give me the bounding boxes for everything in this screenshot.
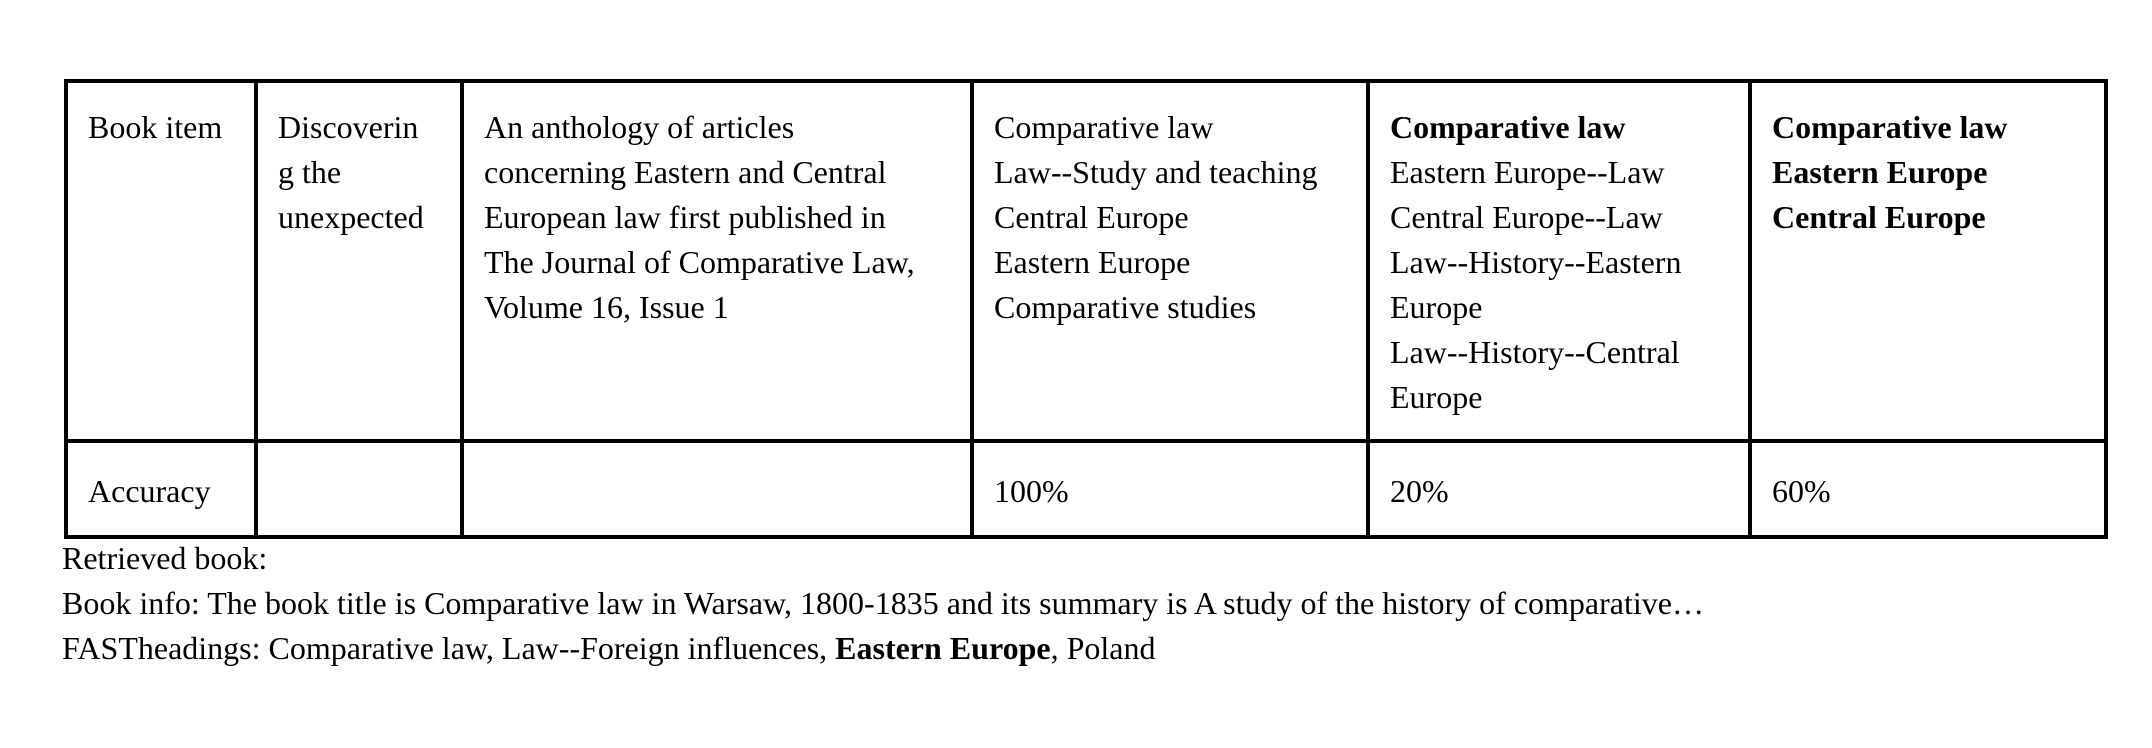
heading-line: Comparative law	[994, 109, 1214, 145]
book-title-line: Discoverin	[278, 109, 419, 145]
heading-line: Law--History--Central	[1390, 334, 1680, 370]
accuracy-cell: 20%	[1366, 439, 1752, 539]
accuracy-cell: 100%	[970, 439, 1370, 539]
table-row-accuracy: Accuracy 100% 20% 60%	[64, 439, 2108, 539]
accuracy-value: 60%	[1772, 473, 1831, 509]
retrieved-book-label: Retrieved book:	[62, 540, 268, 576]
fast-headings-bold-term: Eastern Europe	[835, 630, 1051, 666]
summary-line: concerning Eastern and Central	[484, 154, 887, 190]
accuracy-cell-empty	[460, 439, 974, 539]
book-title-line: g the	[278, 154, 342, 190]
accuracy-cell-empty	[254, 439, 464, 539]
heading-line: Europe	[1390, 379, 1483, 415]
book-info-line: Book info: The book title is Comparative…	[62, 585, 1704, 621]
summary-line: An anthology of articles	[484, 109, 795, 145]
accuracy-cell: 60%	[1748, 439, 2108, 539]
heading-line: Eastern Europe--Law	[1390, 154, 1665, 190]
fast-headings-line: FASTheadings: Comparative law, Law--Fore…	[62, 626, 1704, 671]
summary-line: European law first published in	[484, 199, 886, 235]
summary-line: Volume 16, Issue 1	[484, 289, 729, 325]
headings-column-4: Comparative law Law--Study and teaching …	[970, 79, 1370, 443]
heading-line-bold: Eastern Europe	[1772, 154, 1988, 190]
book-title-cell: Discoverin g the unexpected	[254, 79, 464, 443]
heading-line-bold: Comparative law	[1772, 109, 2008, 145]
retrieved-book-notes: Retrieved book: Book info: The book titl…	[62, 536, 1704, 671]
headings-column-6: Comparative law Eastern Europe Central E…	[1748, 79, 2108, 443]
book-title-line: unexpected	[278, 199, 424, 235]
summary-line: The Journal of Comparative Law,	[484, 244, 915, 280]
heading-line: Law--Study and teaching	[994, 154, 1318, 190]
row-label-text: Accuracy	[88, 473, 211, 509]
heading-line: Europe	[1390, 289, 1483, 325]
heading-line: Law--History--Eastern	[1390, 244, 1682, 280]
fast-headings-suffix: , Poland	[1050, 630, 1156, 666]
row-label-text: Book item	[88, 109, 223, 145]
accuracy-value: 100%	[994, 473, 1069, 509]
book-summary-cell: An anthology of articles concerning East…	[460, 79, 974, 443]
comparison-table: Book item Discoverin g the unexpected An…	[64, 79, 2108, 539]
fast-headings-prefix: FASTheadings: Comparative law, Law--Fore…	[62, 630, 836, 666]
row-label-book-item: Book item	[64, 79, 258, 443]
accuracy-value: 20%	[1390, 473, 1449, 509]
heading-line: Eastern Europe	[994, 244, 1191, 280]
row-label-accuracy: Accuracy	[64, 439, 258, 539]
heading-line: Comparative studies	[994, 289, 1257, 325]
heading-line-bold: Central Europe	[1772, 199, 1986, 235]
table-row-book-item: Book item Discoverin g the unexpected An…	[64, 79, 2108, 443]
headings-column-5: Comparative law Eastern Europe--Law Cent…	[1366, 79, 1752, 443]
heading-line: Central Europe--Law	[1390, 199, 1663, 235]
heading-line: Central Europe	[994, 199, 1189, 235]
heading-line-bold: Comparative law	[1390, 109, 1626, 145]
